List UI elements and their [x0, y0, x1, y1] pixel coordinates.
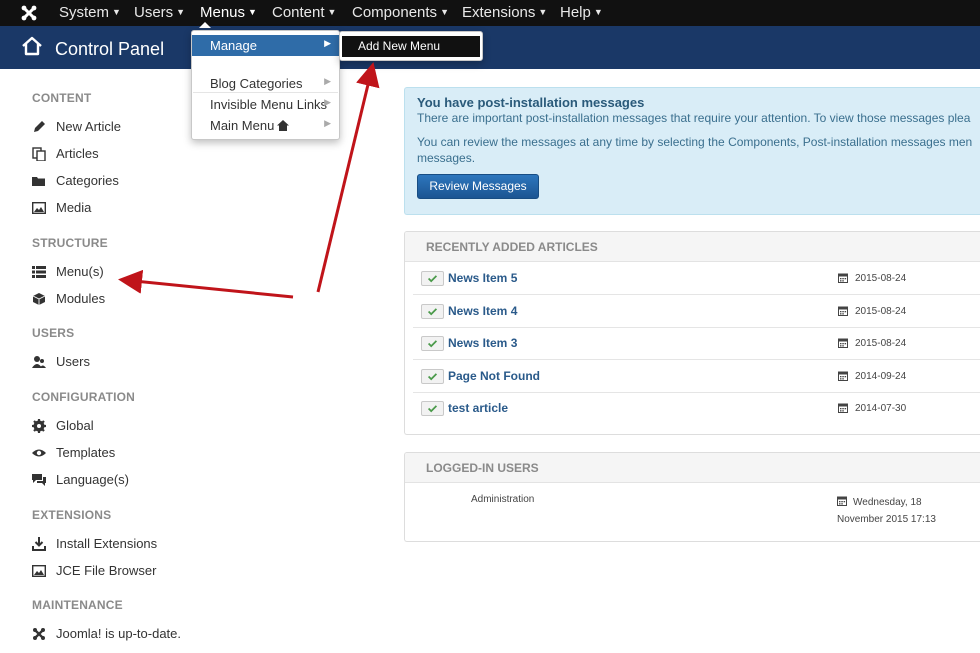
comments-icon — [32, 474, 46, 486]
user-client: Administration — [471, 494, 535, 505]
dropdown-item-manage[interactable]: Manage ▶ — [192, 35, 339, 56]
dropdown-item-main-menu[interactable]: Main Menu ▶ — [192, 115, 339, 136]
dropdown-item-blog-categories[interactable]: Blog Categories ▶ — [192, 73, 339, 94]
section-title-extensions: EXTENSIONS — [32, 508, 112, 522]
alert-title: You have post-installation messages — [417, 95, 645, 110]
table-row: test article 2014-07-30 — [413, 393, 980, 425]
article-link[interactable]: News Item 5 — [448, 271, 517, 285]
home-icon — [277, 120, 290, 131]
list-icon — [32, 266, 46, 278]
caret-down-icon: ▼ — [440, 7, 449, 17]
page-title: Control Panel — [55, 39, 165, 59]
panel-title: LOGGED-IN USERS — [426, 461, 539, 475]
alert-text: messages. — [417, 151, 476, 165]
table-row: News Item 3 2015-08-24 — [413, 328, 980, 360]
caret-down-icon: ▼ — [112, 7, 121, 17]
download-icon — [32, 537, 46, 551]
caret-down-icon: ▼ — [248, 7, 257, 17]
published-check-icon[interactable] — [421, 401, 444, 416]
joomla-logo-icon[interactable] — [20, 4, 38, 22]
panel-title: RECENTLY ADDED ARTICLES — [426, 240, 598, 254]
article-link[interactable]: News Item 4 — [448, 304, 517, 318]
users-icon — [32, 356, 46, 368]
calendar-icon — [838, 273, 848, 283]
article-link[interactable]: News Item 3 — [448, 336, 517, 350]
alert-text: There are important post-installation me… — [417, 111, 971, 125]
gear-icon — [32, 419, 46, 433]
chevron-right-icon: ▶ — [324, 38, 331, 48]
folder-icon — [32, 177, 45, 186]
section-title-configuration: CONFIGURATION — [32, 390, 136, 404]
caret-down-icon: ▼ — [593, 7, 603, 17]
table-row: News Item 5 2015-08-24 — [413, 263, 980, 295]
dropdown-pointer — [199, 22, 211, 28]
home-icon — [22, 36, 42, 56]
article-date: 2015-08-24 — [855, 306, 907, 317]
article-date: 2014-09-24 — [855, 371, 907, 382]
calendar-icon — [838, 371, 848, 381]
chevron-right-icon: ▶ — [324, 97, 331, 107]
review-messages-button[interactable]: Review Messages — [417, 174, 539, 199]
annotation-arrow-to-menus — [118, 269, 294, 299]
copy-icon — [32, 147, 46, 161]
joomla-icon — [33, 628, 45, 640]
published-check-icon[interactable] — [421, 271, 444, 286]
article-date: 2014-07-30 — [855, 403, 907, 414]
calendar-icon — [838, 338, 848, 348]
chevron-right-icon: ▶ — [324, 76, 331, 86]
caret-down-icon: ▼ — [327, 7, 337, 17]
recent-articles-panel: RECENTLY ADDED ARTICLES News Item 5 2015… — [404, 231, 980, 435]
cube-icon — [32, 293, 46, 305]
menus-dropdown: Manage ▶ Blog Categories ▶ Invisible Men… — [191, 30, 340, 140]
published-check-icon[interactable] — [421, 304, 444, 319]
nav-users[interactable]: Users ▼ — [134, 4, 185, 21]
section-title-structure: STRUCTURE — [32, 236, 108, 250]
add-new-menu-item[interactable]: Add New Menu — [342, 36, 480, 57]
section-title-maintenance: MAINTENANCE — [32, 598, 123, 612]
post-install-alert: You have post-installation messages Ther… — [404, 87, 980, 215]
panel-header: LOGGED-IN USERS — [405, 453, 980, 483]
published-check-icon[interactable] — [421, 336, 444, 351]
calendar-icon — [838, 306, 848, 316]
nav-help[interactable]: Help ▼ — [560, 4, 603, 21]
caret-down-icon: ▼ — [538, 7, 548, 17]
table-row: Administration Wednesday, 18 November 20… — [413, 485, 980, 535]
dropdown-item-invisible-menu-links[interactable]: Invisible Menu Links ▶ — [192, 94, 339, 115]
panel-header: RECENTLY ADDED ARTICLES — [405, 232, 980, 262]
article-link[interactable]: Page Not Found — [448, 369, 540, 383]
top-navbar: System ▼ Users ▼ Menus ▼ Content ▼ Component… — [0, 0, 980, 26]
nav-extensions[interactable]: Extensions ▼ — [462, 4, 547, 21]
image-icon — [32, 565, 46, 578]
article-date: 2015-08-24 — [855, 338, 907, 349]
manage-submenu: Add New Menu — [339, 31, 483, 61]
nav-components[interactable]: Components ▼ — [352, 4, 449, 21]
article-link[interactable]: test article — [448, 401, 508, 415]
published-check-icon[interactable] — [421, 369, 444, 384]
section-title-content: CONTENT — [32, 91, 92, 105]
calendar-icon — [838, 403, 848, 413]
pencil-icon — [34, 121, 45, 132]
nav-content[interactable]: Content ▼ — [272, 4, 336, 21]
nav-system[interactable]: System ▼ — [59, 4, 121, 21]
table-row: News Item 4 2015-08-24 — [413, 296, 980, 328]
section-title-users: USERS — [32, 326, 75, 340]
table-row: Page Not Found 2014-09-24 — [413, 361, 980, 393]
user-last-activity: Wednesday, 18 November 2015 17:13 — [837, 496, 936, 525]
calendar-icon — [837, 496, 847, 506]
logged-in-users-panel: LOGGED-IN USERS Administration Wednesday… — [404, 452, 980, 542]
nav-menus[interactable]: Menus ▼ — [200, 4, 257, 21]
article-date: 2015-08-24 — [855, 273, 907, 284]
eye-icon — [32, 449, 46, 457]
image-icon — [32, 202, 46, 215]
page-header: Control Panel — [0, 26, 980, 69]
alert-text: You can review the messages at any time … — [417, 135, 973, 149]
chevron-right-icon: ▶ — [324, 118, 331, 128]
caret-down-icon: ▼ — [176, 7, 186, 17]
